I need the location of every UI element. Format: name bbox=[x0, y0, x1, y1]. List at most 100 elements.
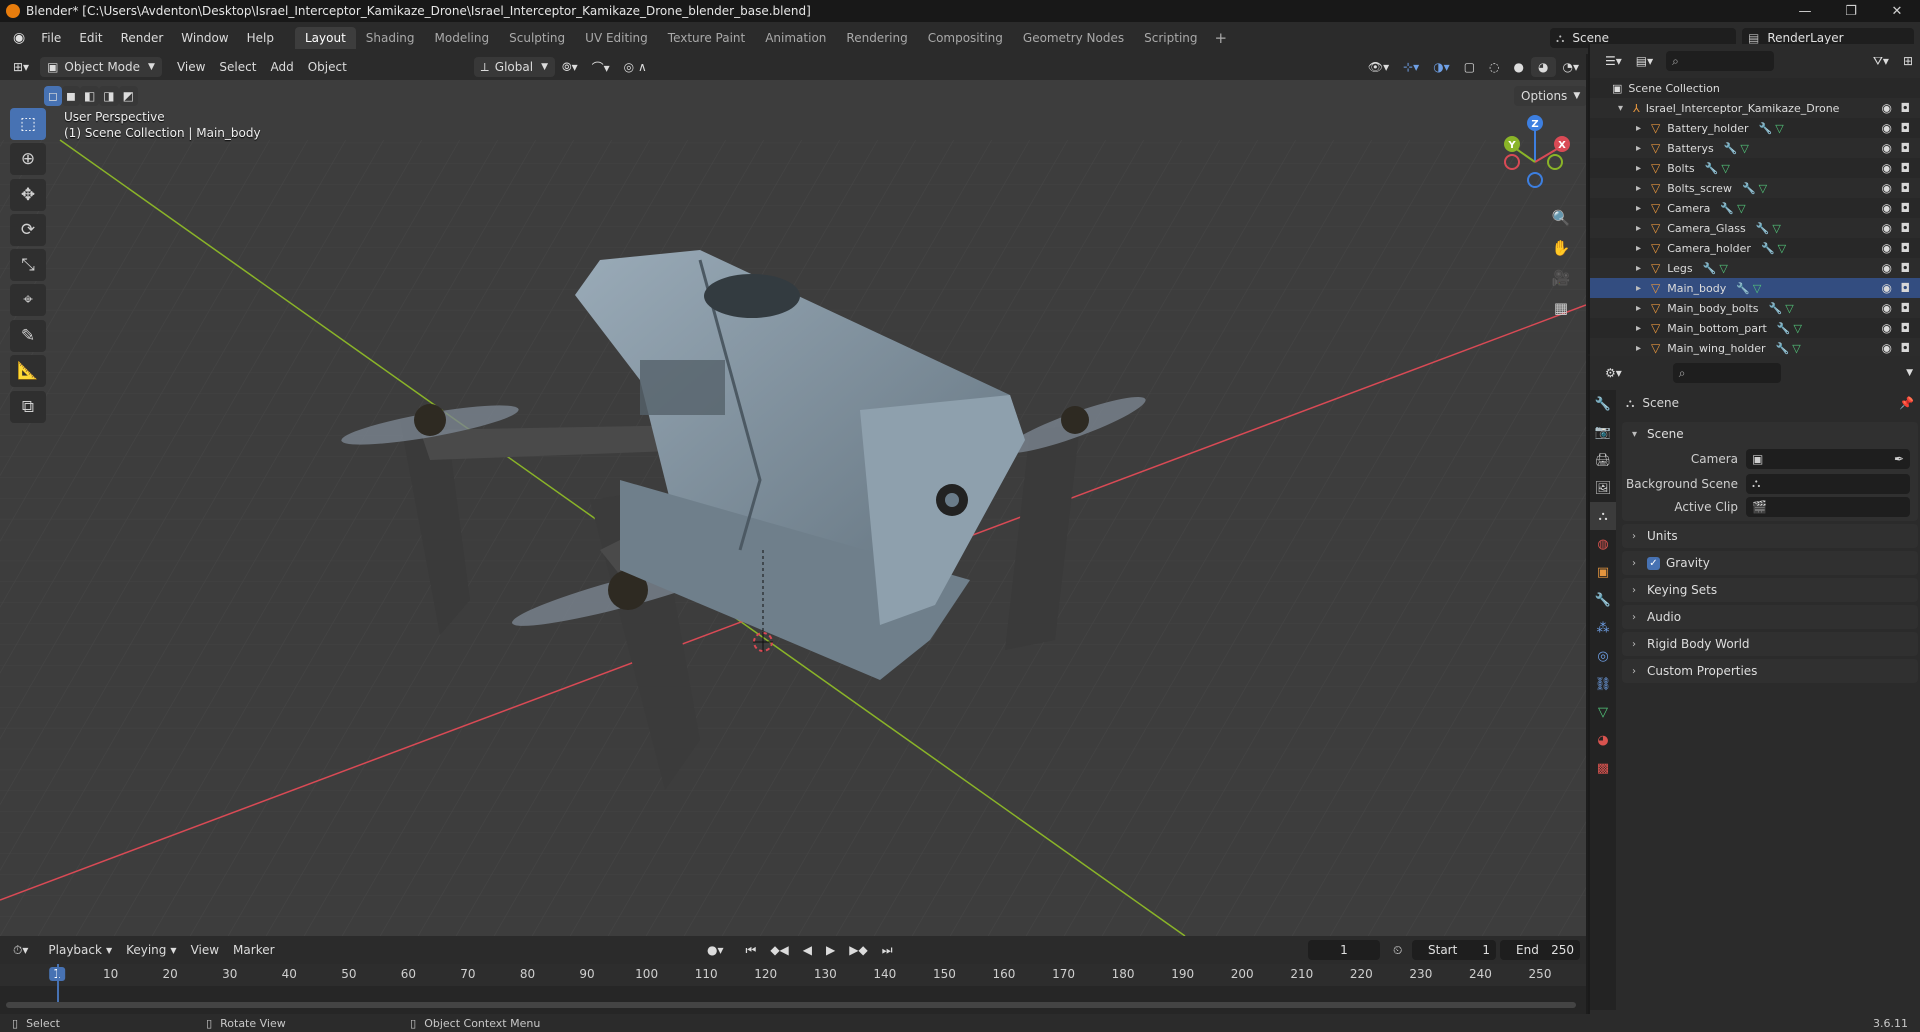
gizmo-toggle-icon[interactable]: ⊹▾ bbox=[1396, 57, 1426, 77]
constraints-tab-icon[interactable]: ⛓ bbox=[1590, 670, 1616, 698]
timeline-menu-marker[interactable]: Marker bbox=[226, 940, 281, 960]
proportional-edit-icon[interactable]: ◎ ∧ bbox=[617, 57, 654, 77]
pin-icon[interactable]: 📌 bbox=[1899, 396, 1914, 410]
mesh-data-icon[interactable]: ▽ bbox=[1778, 242, 1789, 255]
transform-icon[interactable]: ⌖ bbox=[10, 284, 46, 316]
tab-modeling[interactable]: Modeling bbox=[425, 27, 500, 49]
render-camera-icon[interactable]: ◘ bbox=[1901, 101, 1911, 115]
outliner-item-camera-glass[interactable]: ▸ ▽ Camera_Glass 🔧▽ ◉ ◘ bbox=[1590, 218, 1920, 238]
tab-geometry-nodes[interactable]: Geometry Nodes bbox=[1013, 27, 1134, 49]
outliner-item-main-body[interactable]: ▸ ▽ Main_body 🔧▽ ◉ ◘ bbox=[1590, 278, 1920, 298]
chevron-right-icon[interactable]: ▸ bbox=[1636, 343, 1644, 354]
properties-editor-icon[interactable]: ⚙▾ bbox=[1598, 363, 1629, 383]
render-camera-icon[interactable]: ◘ bbox=[1901, 261, 1911, 275]
tab-scripting[interactable]: Scripting bbox=[1134, 27, 1207, 49]
chevron-right-icon[interactable]: ▸ bbox=[1636, 283, 1644, 294]
properties-search-input[interactable]: ⌕ bbox=[1672, 363, 1781, 383]
render-camera-icon[interactable]: ◘ bbox=[1901, 341, 1911, 355]
view-layer-tab-icon[interactable]: 🖼 bbox=[1590, 474, 1616, 502]
output-tab-icon[interactable]: 🖨 bbox=[1590, 446, 1616, 474]
physics-tab-icon[interactable]: ◎ bbox=[1590, 642, 1616, 670]
eye-icon[interactable]: ◉ bbox=[1882, 301, 1892, 315]
eye-icon[interactable]: ◉ bbox=[1882, 101, 1892, 115]
mesh-data-icon[interactable]: ▽ bbox=[1772, 222, 1783, 235]
menu-window[interactable]: Window bbox=[172, 27, 237, 49]
xray-icon[interactable]: ▢ bbox=[1457, 57, 1482, 77]
viewport-menu-select[interactable]: Select bbox=[212, 57, 263, 77]
display-mode-icon[interactable]: ▤▾ bbox=[1629, 51, 1660, 71]
chevron-down-icon[interactable]: ▼ bbox=[1899, 363, 1920, 383]
tab-layout[interactable]: Layout bbox=[294, 27, 356, 49]
chevron-right-icon[interactable]: ▸ bbox=[1636, 163, 1644, 174]
maximize-button[interactable]: ❐ bbox=[1828, 0, 1874, 22]
mesh-data-icon[interactable]: ▽ bbox=[1737, 202, 1748, 215]
chevron-right-icon[interactable]: ▸ bbox=[1636, 183, 1644, 194]
timeline-menu-view[interactable]: View bbox=[184, 940, 226, 960]
visibility-icon[interactable]: 👁▾ bbox=[1361, 57, 1396, 77]
annotate-icon[interactable]: ✎ bbox=[10, 320, 46, 352]
active-clip-field[interactable]: 🎬 bbox=[1746, 496, 1910, 517]
timeline-menu-playback[interactable]: Playback ▼ bbox=[41, 940, 119, 960]
render-camera-icon[interactable]: ◘ bbox=[1901, 281, 1911, 295]
close-button[interactable]: ✕ bbox=[1874, 0, 1920, 22]
modifier-wrench-icon[interactable]: 🔧 bbox=[1776, 342, 1793, 355]
blender-menu-icon[interactable]: ◉ bbox=[6, 28, 32, 48]
viewport-menu-object[interactable]: Object bbox=[301, 57, 354, 77]
mesh-data-icon[interactable]: ▽ bbox=[1792, 342, 1803, 355]
render-camera-icon[interactable]: ◘ bbox=[1901, 161, 1911, 175]
outliner-item-camera[interactable]: ▸ ▽ Camera 🔧▽ ◉ ◘ bbox=[1590, 198, 1920, 218]
modifier-wrench-icon[interactable]: 🔧 bbox=[1703, 262, 1720, 275]
mesh-data-icon[interactable]: ▽ bbox=[1719, 262, 1730, 275]
tab-rendering[interactable]: Rendering bbox=[836, 27, 917, 49]
panel-header[interactable]: › Keying Sets bbox=[1622, 578, 1918, 602]
jump-start-icon[interactable]: ⏮ bbox=[739, 940, 764, 960]
editor-type-icon[interactable]: ⊞▾ bbox=[6, 57, 36, 77]
render-camera-icon[interactable]: ◘ bbox=[1901, 121, 1911, 135]
add-workspace-button[interactable]: + bbox=[1208, 28, 1235, 48]
modifier-wrench-icon[interactable]: 🔧 bbox=[1742, 182, 1759, 195]
eye-icon[interactable]: ◉ bbox=[1882, 261, 1892, 275]
eye-icon[interactable]: ◉ bbox=[1882, 201, 1892, 215]
shading-rendered-icon[interactable]: ◔▾ bbox=[1556, 57, 1587, 77]
tab-texture-paint[interactable]: Texture Paint bbox=[658, 27, 755, 49]
modifier-wrench-icon[interactable]: 🔧 bbox=[1758, 122, 1775, 135]
chevron-right-icon[interactable]: ▸ bbox=[1636, 123, 1644, 134]
prev-keyframe-icon[interactable]: ◆◀ bbox=[763, 940, 795, 960]
tab-shading[interactable]: Shading bbox=[356, 27, 425, 49]
eye-icon[interactable]: ◉ bbox=[1882, 181, 1892, 195]
select-new-icon[interactable]: ◻ bbox=[44, 86, 62, 106]
particles-tab-icon[interactable]: ⁂ bbox=[1590, 614, 1616, 642]
modifier-wrench-icon[interactable]: 🔧 bbox=[1761, 242, 1778, 255]
cursor-icon[interactable]: ⊕ bbox=[10, 143, 46, 175]
select-extend-icon[interactable]: ◼ bbox=[61, 86, 80, 106]
add-cube-icon[interactable]: ⧉ bbox=[10, 391, 46, 423]
select-invert-icon[interactable]: ◨ bbox=[99, 86, 119, 106]
viewport-menu-view[interactable]: View bbox=[170, 57, 212, 77]
panel-header[interactable]: › ✓ Gravity bbox=[1622, 551, 1918, 575]
mesh-data-icon[interactable]: ▽ bbox=[1794, 322, 1805, 335]
chevron-right-icon[interactable]: ▸ bbox=[1636, 203, 1644, 214]
outliner-item-bolts[interactable]: ▸ ▽ Bolts 🔧▽ ◉ ◘ bbox=[1590, 158, 1920, 178]
ortho-toggle-icon[interactable]: ▦ bbox=[1548, 295, 1574, 321]
world-tab-icon[interactable]: ◍ bbox=[1590, 530, 1616, 558]
outliner-item-main-bottom-part[interactable]: ▸ ▽ Main_bottom_part 🔧▽ ◉ ◘ bbox=[1590, 318, 1920, 338]
chevron-right-icon[interactable]: ▸ bbox=[1636, 323, 1644, 334]
modifier-wrench-icon[interactable]: 🔧 bbox=[1777, 322, 1794, 335]
menu-help[interactable]: Help bbox=[238, 27, 283, 49]
shading-solid-icon[interactable]: ● bbox=[1507, 57, 1531, 77]
chevron-right-icon[interactable]: ▸ bbox=[1636, 223, 1644, 234]
tab-compositing[interactable]: Compositing bbox=[918, 27, 1013, 49]
eye-icon[interactable]: ◉ bbox=[1882, 341, 1892, 355]
render-camera-icon[interactable]: ◘ bbox=[1901, 241, 1911, 255]
outliner-item-battery-holder[interactable]: ▸ ▽ Battery_holder 🔧▽ ◉ ◘ bbox=[1590, 118, 1920, 138]
tab-animation[interactable]: Animation bbox=[755, 27, 836, 49]
panel-header[interactable]: › Rigid Body World bbox=[1622, 632, 1918, 656]
data-tab-icon[interactable]: ▽ bbox=[1590, 698, 1616, 726]
material-tab-icon[interactable]: ◕ bbox=[1590, 726, 1616, 754]
render-camera-icon[interactable]: ◘ bbox=[1901, 301, 1911, 315]
panel-header[interactable]: › Units bbox=[1622, 524, 1918, 548]
select-box-icon[interactable]: ⬚ bbox=[10, 108, 46, 140]
shading-material-icon[interactable]: ◕ bbox=[1531, 57, 1556, 77]
eye-icon[interactable]: ◉ bbox=[1882, 221, 1892, 235]
chevron-right-icon[interactable]: ▸ bbox=[1636, 303, 1644, 314]
